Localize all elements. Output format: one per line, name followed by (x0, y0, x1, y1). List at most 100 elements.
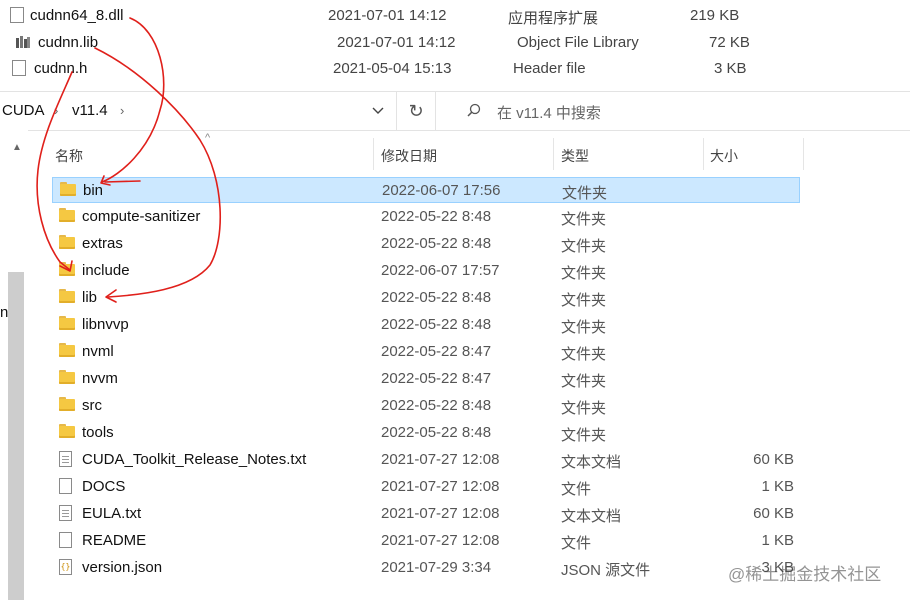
column-divider[interactable] (373, 138, 374, 170)
dll-file-icon (10, 7, 24, 23)
top-file-row[interactable]: cudnn.lib 2021-07-01 14:12 Object File L… (0, 30, 910, 55)
file-row[interactable]: EULA.txt 2021-07-27 12:08 文本文档 60 KB (52, 501, 800, 527)
file-row[interactable]: nvvm 2022-05-22 8:47 文件夹 (52, 366, 800, 392)
file-row[interactable]: DOCS 2021-07-27 12:08 文件 1 KB (52, 474, 800, 500)
file-row[interactable]: bin 2022-06-07 17:56 文件夹 (52, 177, 800, 203)
file-row[interactable]: {} version.json 2021-07-29 3:34 JSON 源文件 3 K… (52, 555, 800, 581)
chevron-down-icon[interactable] (366, 98, 390, 124)
file-date: 2021-07-29 3:34 (381, 559, 492, 576)
lib-file-icon (16, 35, 30, 48)
file-type: Object File Library (517, 34, 639, 51)
file-row[interactable]: tools 2022-05-22 8:48 文件夹 (52, 420, 800, 446)
file-name: libnvvp (82, 316, 129, 333)
top-file-row[interactable]: cudnn64_8.dll 2021-07-01 14:12 应用程序扩展 21… (0, 3, 910, 28)
file-row[interactable]: extras 2022-05-22 8:48 文件夹 (52, 231, 800, 257)
file-name: include (82, 262, 130, 279)
file-name: DOCS (82, 478, 126, 495)
column-header-type[interactable]: 类型 (561, 146, 589, 178)
folder-icon (59, 289, 75, 303)
file-type: 文件夹 (561, 346, 607, 363)
column-divider[interactable] (553, 138, 554, 170)
folder-icon (59, 370, 75, 384)
file-type: Header file (513, 60, 586, 77)
search-icon (467, 103, 481, 117)
file-type: 文件夹 (561, 373, 607, 390)
column-header-size[interactable]: 大小 (710, 146, 738, 178)
file-date: 2021-07-01 14:12 (328, 7, 447, 24)
file-name: bin (83, 182, 104, 199)
column-header-name[interactable]: 名称 (55, 146, 83, 178)
file-row[interactable]: compute-sanitizer 2022-05-22 8:48 文件夹 (52, 204, 800, 230)
breadcrumb-v11-4[interactable]: v11.4 (72, 102, 108, 119)
folder-icon (59, 262, 75, 276)
folder-icon (59, 424, 75, 438)
folder-icon (59, 208, 75, 222)
file-date: 2022-05-22 8:47 (381, 370, 492, 387)
file-icon (12, 60, 26, 76)
file-date: 2021-07-27 12:08 (381, 451, 500, 468)
file-name: README (82, 532, 147, 549)
file-date: 2022-05-22 8:48 (381, 316, 492, 333)
refresh-button[interactable]: ↻ (396, 92, 436, 130)
file-name: extras (82, 235, 123, 252)
file-name: cudnn.lib (38, 34, 99, 51)
nav-item-partial[interactable]: n (0, 304, 8, 321)
file-date: 2021-07-27 12:08 (381, 505, 500, 522)
watermark: @稀土掘金技术社区 (728, 565, 882, 584)
folder-icon (59, 397, 75, 411)
file-name: version.json (82, 559, 163, 576)
search-box[interactable]: 在 v11.4 中搜索 (447, 92, 910, 130)
file-row[interactable]: src 2022-05-22 8:48 文件夹 (52, 393, 800, 419)
breadcrumb-separator-icon[interactable]: › (120, 103, 124, 118)
file-name: cudnn.h (34, 60, 88, 77)
sort-ascending-icon: ^ (205, 132, 211, 144)
file-name: tools (82, 424, 114, 441)
file-size: 60 KB (753, 505, 794, 522)
file-name: compute-sanitizer (82, 208, 201, 225)
file-size: 219 KB (690, 7, 740, 24)
file-row[interactable]: lib 2022-05-22 8:48 文件夹 (52, 285, 800, 311)
file-name: src (82, 397, 102, 414)
file-type: 文件夹 (561, 238, 607, 255)
file-type: 文件夹 (562, 185, 608, 202)
file-date: 2021-07-27 12:08 (381, 532, 500, 549)
file-row[interactable]: README 2021-07-27 12:08 文件 1 KB (52, 528, 800, 554)
file-row[interactable]: nvml 2022-05-22 8:47 文件夹 (52, 339, 800, 365)
file-row[interactable]: CUDA_Toolkit_Release_Notes.txt 2021-07-27… (52, 447, 800, 473)
scroll-up-icon[interactable]: ▲ (12, 142, 22, 153)
folder-icon (59, 235, 75, 249)
file-icon (59, 532, 72, 548)
breadcrumb-cuda[interactable]: CUDA (2, 102, 45, 119)
column-header-date[interactable]: 修改日期 (381, 146, 437, 178)
file-date: 2022-05-22 8:48 (381, 208, 492, 225)
file-size: 1 KB (761, 532, 794, 549)
file-size: 60 KB (753, 451, 794, 468)
file-row[interactable]: libnvvp 2022-05-22 8:48 文件夹 (52, 312, 800, 338)
folder-icon (59, 343, 75, 357)
folder-icon (59, 316, 75, 330)
search-placeholder: 在 v11.4 中搜索 (497, 105, 601, 122)
file-date: 2022-05-22 8:48 (381, 289, 492, 306)
column-divider[interactable] (703, 138, 704, 170)
navigation-scrollbar[interactable] (8, 272, 24, 600)
file-date: 2022-06-07 17:56 (382, 182, 501, 199)
file-type: JSON 源文件 (561, 562, 651, 579)
text-file-icon (59, 505, 72, 521)
file-name: EULA.txt (82, 505, 142, 522)
file-type: 文件 (561, 481, 592, 498)
address-bar[interactable]: CUDA › v11.4 › (0, 92, 393, 130)
file-name: cudnn64_8.dll (30, 7, 124, 24)
file-type: 文件夹 (561, 292, 607, 309)
file-date: 2022-05-22 8:47 (381, 343, 492, 360)
file-row[interactable]: include 2022-06-07 17:57 文件夹 (52, 258, 800, 284)
json-file-icon: {} (59, 559, 72, 575)
top-file-row[interactable]: cudnn.h 2021-05-04 15:13 Header file 3 K… (0, 56, 910, 81)
file-type: 文件夹 (561, 400, 607, 417)
file-date: 2021-07-01 14:12 (337, 34, 456, 51)
file-type: 文件夹 (561, 211, 607, 228)
text-file-icon (59, 451, 72, 467)
column-divider[interactable] (803, 138, 804, 170)
file-date: 2022-05-22 8:48 (381, 424, 492, 441)
file-name: nvvm (82, 370, 118, 387)
file-date: 2022-06-07 17:57 (381, 262, 500, 279)
